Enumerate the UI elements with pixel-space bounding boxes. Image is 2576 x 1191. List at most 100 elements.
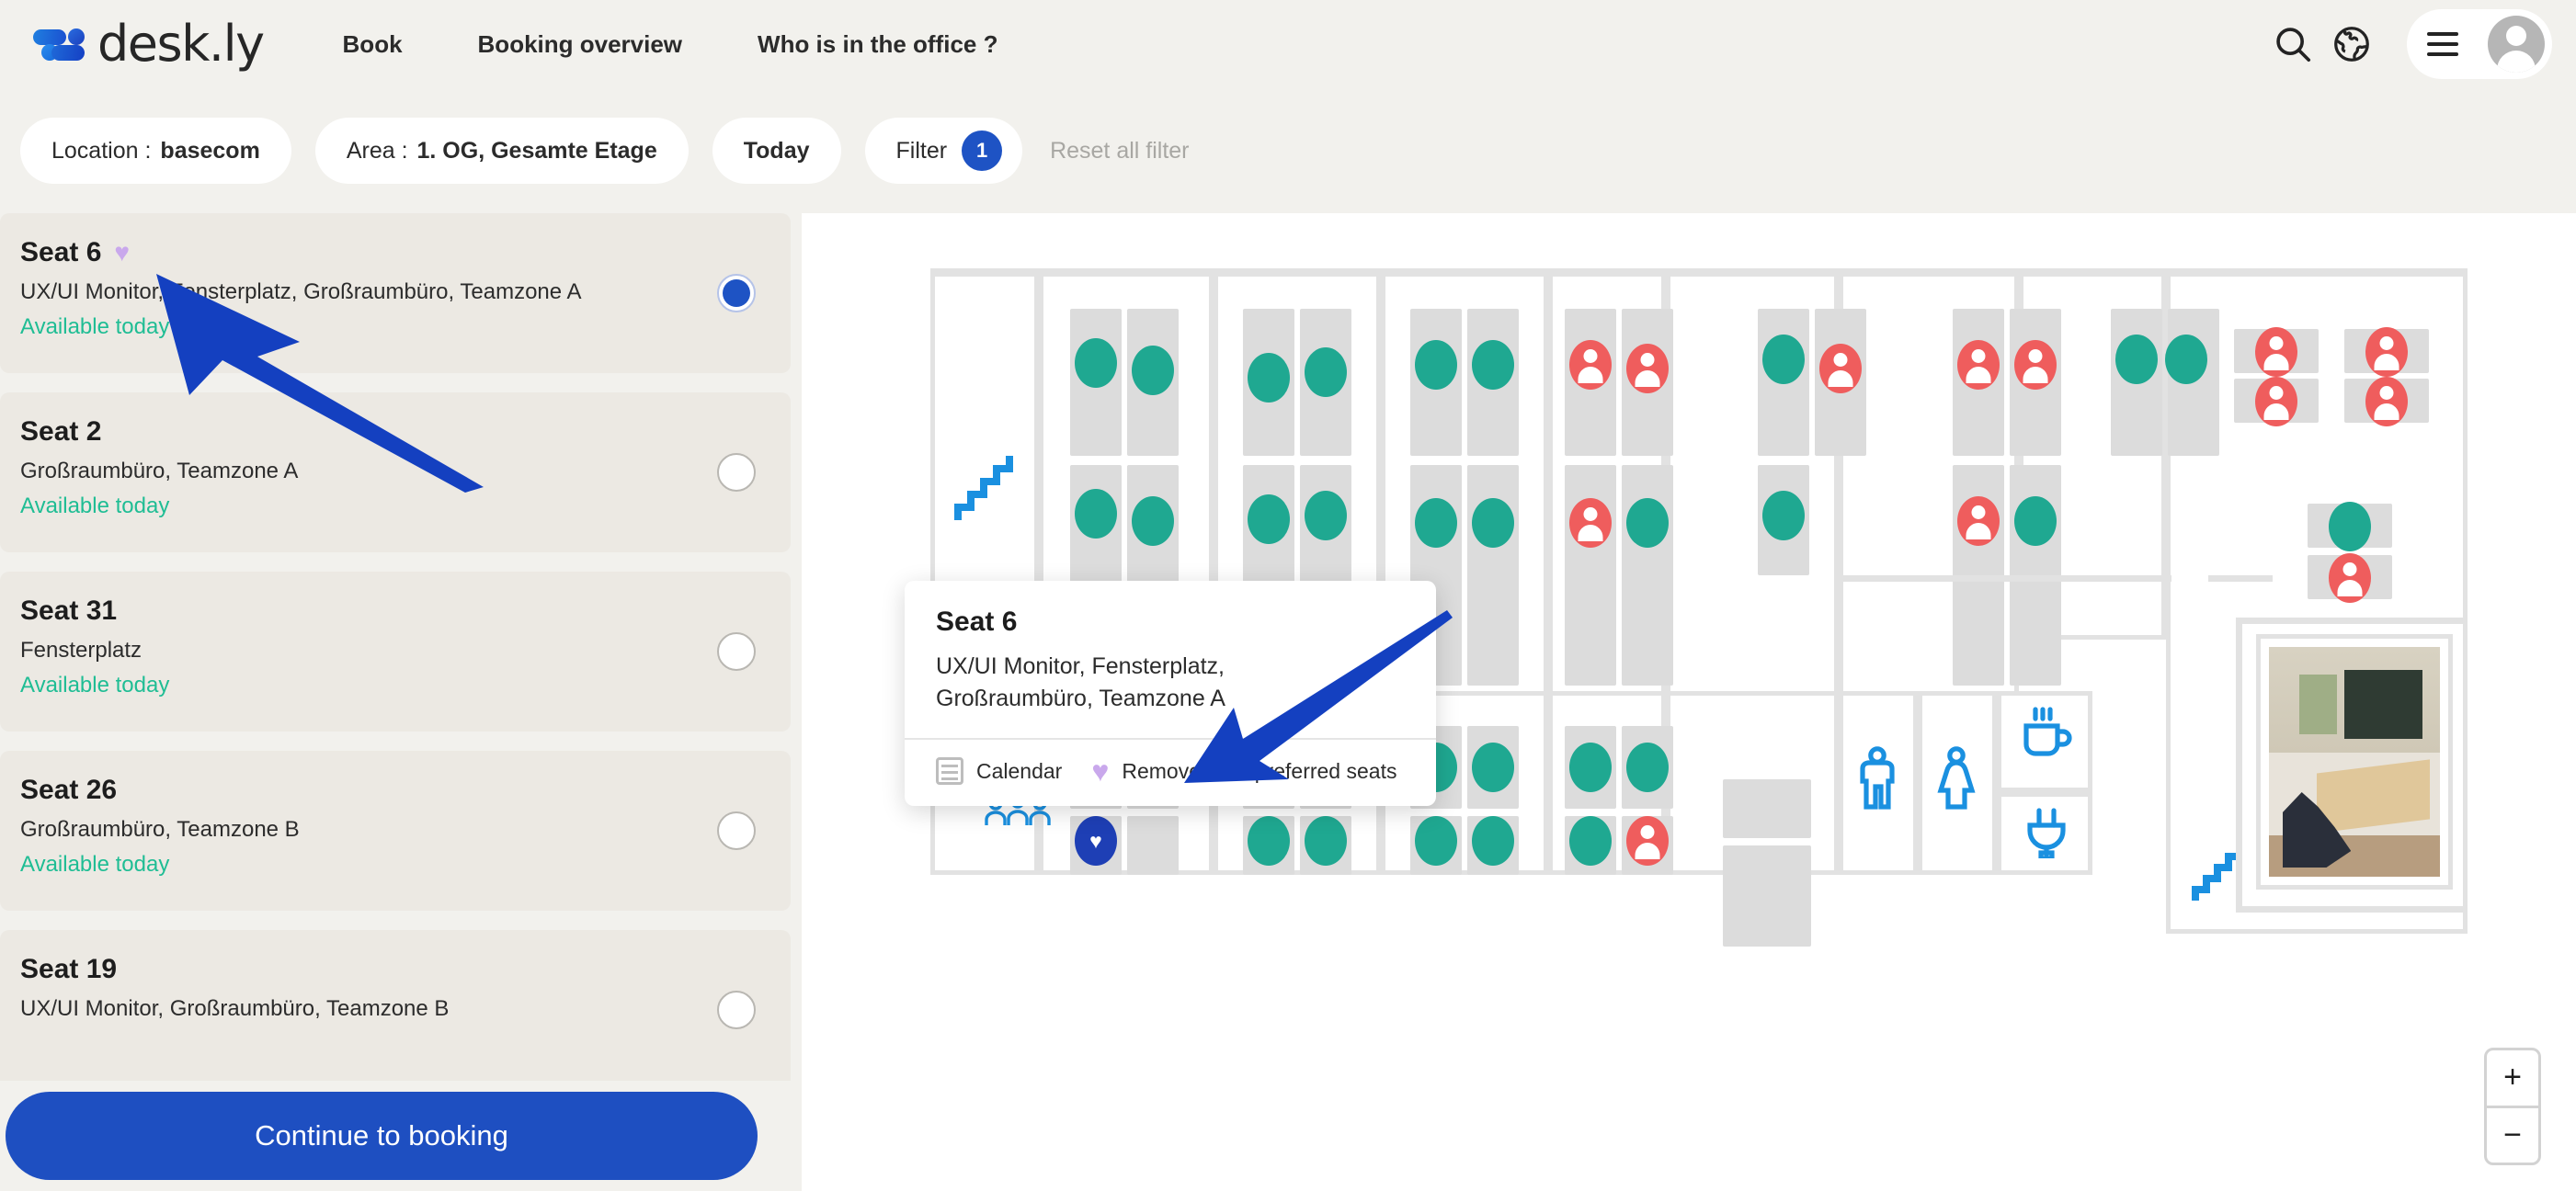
seat-title: Seat 19	[20, 954, 680, 985]
desk	[1127, 816, 1179, 875]
seat-marker-occupied[interactable]	[1957, 496, 2000, 546]
seat-marker-available[interactable]	[1132, 346, 1174, 395]
location-filter-chip[interactable]: Location : basecom	[20, 118, 291, 184]
seat-tooltip-description-line-1: UX/UI Monitor, Fensterplatz,	[936, 653, 1225, 679]
seat-marker-available[interactable]	[1305, 816, 1347, 866]
globe-icon[interactable]	[2322, 15, 2381, 74]
filter-chip[interactable]: Filter 1	[864, 118, 1023, 184]
seat-marker-occupied[interactable]	[2329, 553, 2371, 603]
nav-right-actions	[2263, 9, 2552, 79]
seat-marker-available[interactable]	[1415, 340, 1457, 390]
seat-marker-available[interactable]	[1762, 491, 1805, 540]
brand-logo[interactable]: desk.ly	[33, 15, 265, 73]
seat-radio-button[interactable]	[717, 811, 756, 850]
seat-list-item-seat-26[interactable]: Seat 26 Großraumbüro, Teamzone B Availab…	[0, 751, 791, 911]
heart-icon[interactable]: ♥	[114, 240, 130, 266]
seat-marker-available[interactable]	[1415, 498, 1457, 548]
zoom-in-button[interactable]: +	[2487, 1050, 2538, 1108]
today-filter-label: Today	[743, 137, 810, 164]
seat-marker-available[interactable]	[1626, 743, 1669, 792]
seat-marker-available[interactable]	[1472, 816, 1514, 866]
toilet-men-icon	[1857, 746, 1898, 815]
wall	[2236, 618, 2242, 912]
nav-link-book[interactable]: Book	[343, 30, 403, 59]
seat-marker-available[interactable]	[1248, 494, 1290, 544]
seat-marker-available[interactable]	[2014, 496, 2057, 546]
toilet-women-icon	[1936, 746, 1977, 815]
seat-marker-available[interactable]	[1472, 743, 1514, 792]
seat-radio-button[interactable]	[717, 274, 756, 312]
seat-marker-available[interactable]	[1569, 816, 1612, 866]
seat-marker-occupied[interactable]	[2255, 327, 2297, 377]
seat-marker-available[interactable]	[1132, 496, 1174, 546]
nav-link-booking-overview[interactable]: Booking overview	[478, 30, 683, 59]
seat-marker-available[interactable]	[2165, 335, 2207, 384]
seat-list-item-seat-31[interactable]: Seat 31 Fensterplatz Available today	[0, 572, 791, 732]
seat-marker-available[interactable]	[2115, 335, 2158, 384]
seat-marker-occupied[interactable]	[1626, 816, 1669, 866]
seat-radio-button[interactable]	[717, 453, 756, 492]
seat-marker-occupied[interactable]	[2365, 327, 2408, 377]
reset-all-filter-link[interactable]: Reset all filter	[1050, 138, 1189, 164]
seat-marker-occupied[interactable]	[1957, 340, 2000, 390]
calendar-action[interactable]: Calendar	[936, 757, 1062, 785]
seat-marker-occupied[interactable]	[2014, 340, 2057, 390]
seat-marker-occupied[interactable]	[1626, 344, 1669, 393]
seat-marker-available[interactable]	[1248, 353, 1290, 403]
map-zoom-controls[interactable]: + −	[2484, 1048, 2541, 1165]
seat-marker-occupied[interactable]	[1569, 340, 1612, 390]
seat-description: UX/UI Monitor, Großraumbüro, Teamzone B	[20, 996, 450, 1021]
seat-availability-status: Available today	[20, 673, 170, 698]
seat-list[interactable]: Seat 6 ♥ UX/UI Monitor, Fensterplatz, Gr…	[0, 213, 802, 1109]
seat-description: Fensterplatz	[20, 638, 142, 663]
seat-marker-available[interactable]	[1075, 489, 1117, 539]
seat-availability-status: Available today	[20, 852, 170, 877]
seat-marker-occupied[interactable]	[1569, 498, 1612, 548]
filter-bar: Location : basecom Area : 1. OG, Gesamte…	[0, 88, 2576, 213]
seat-radio-button[interactable]	[717, 632, 756, 671]
seat-marker-available[interactable]	[1472, 498, 1514, 548]
zoom-out-button[interactable]: −	[2487, 1108, 2538, 1163]
nav-links: Book Booking overview Who is in the offi…	[343, 30, 998, 59]
seat-marker-occupied[interactable]	[2255, 377, 2297, 426]
avatar[interactable]	[2488, 16, 2545, 73]
meeting-room-photo[interactable]	[2256, 634, 2453, 890]
seat-marker-available[interactable]	[1305, 491, 1347, 540]
seat-marker-available[interactable]	[1762, 335, 1805, 384]
seat-marker-available[interactable]	[1415, 816, 1457, 866]
remove-from-preferred-seats-label: Remove from preferred seats	[1122, 758, 1397, 783]
seat-marker-selected-seat-6[interactable]: ♥	[1075, 816, 1117, 866]
brand-wordmark: desk.ly	[97, 15, 265, 73]
seat-list-item-seat-2[interactable]: Seat 2 Großraumbüro, Teamzone A Availabl…	[0, 392, 791, 552]
seat-list-panel: Seat 6 ♥ UX/UI Monitor, Fensterplatz, Gr…	[0, 213, 802, 1191]
seat-marker-available[interactable]	[1472, 340, 1514, 390]
today-filter-chip[interactable]: Today	[712, 118, 841, 184]
seat-marker-available[interactable]	[1569, 743, 1612, 792]
seat-marker-available[interactable]	[1626, 498, 1669, 548]
area-filter-label: Area :	[346, 137, 408, 164]
nav-link-who-is-in-the-office[interactable]: Who is in the office ?	[758, 30, 997, 59]
seat-marker-available[interactable]	[1305, 347, 1347, 397]
seat-tooltip-description-line-2: Großraumbüro, Teamzone A	[936, 685, 1225, 711]
seat-radio-button[interactable]	[717, 991, 756, 1029]
seat-marker-available[interactable]	[1248, 816, 1290, 866]
search-icon[interactable]	[2263, 15, 2322, 74]
seat-tooltip[interactable]: Seat 6 UX/UI Monitor, Fensterplatz, Groß…	[905, 581, 1436, 806]
seat-marker-occupied[interactable]	[2365, 377, 2408, 426]
seat-list-item-seat-6[interactable]: Seat 6 ♥ UX/UI Monitor, Fensterplatz, Gr…	[0, 213, 791, 373]
location-filter-label: Location :	[51, 137, 152, 164]
seat-name: Seat 2	[20, 416, 102, 447]
user-menu-button[interactable]	[2407, 9, 2552, 79]
seat-marker-occupied[interactable]	[1819, 344, 1862, 393]
wall	[1839, 575, 2171, 582]
seat-marker-available[interactable]	[2329, 502, 2371, 551]
area-filter-chip[interactable]: Area : 1. OG, Gesamte Etage	[314, 118, 689, 184]
continue-to-booking-button[interactable]: Continue to booking	[6, 1092, 758, 1180]
heart-icon: ♥	[1089, 828, 1102, 853]
seat-title: Seat 26	[20, 775, 680, 806]
hamburger-menu-icon[interactable]	[2427, 32, 2458, 56]
seat-list-item-seat-19[interactable]: Seat 19 UX/UI Monitor, Großraumbüro, Tea…	[0, 930, 791, 1090]
remove-from-preferred-seats-action[interactable]: ♥ Remove from preferred seats	[1091, 756, 1396, 786]
seat-marker-available[interactable]	[1075, 338, 1117, 388]
cta-footer: Continue to booking	[0, 1081, 802, 1191]
